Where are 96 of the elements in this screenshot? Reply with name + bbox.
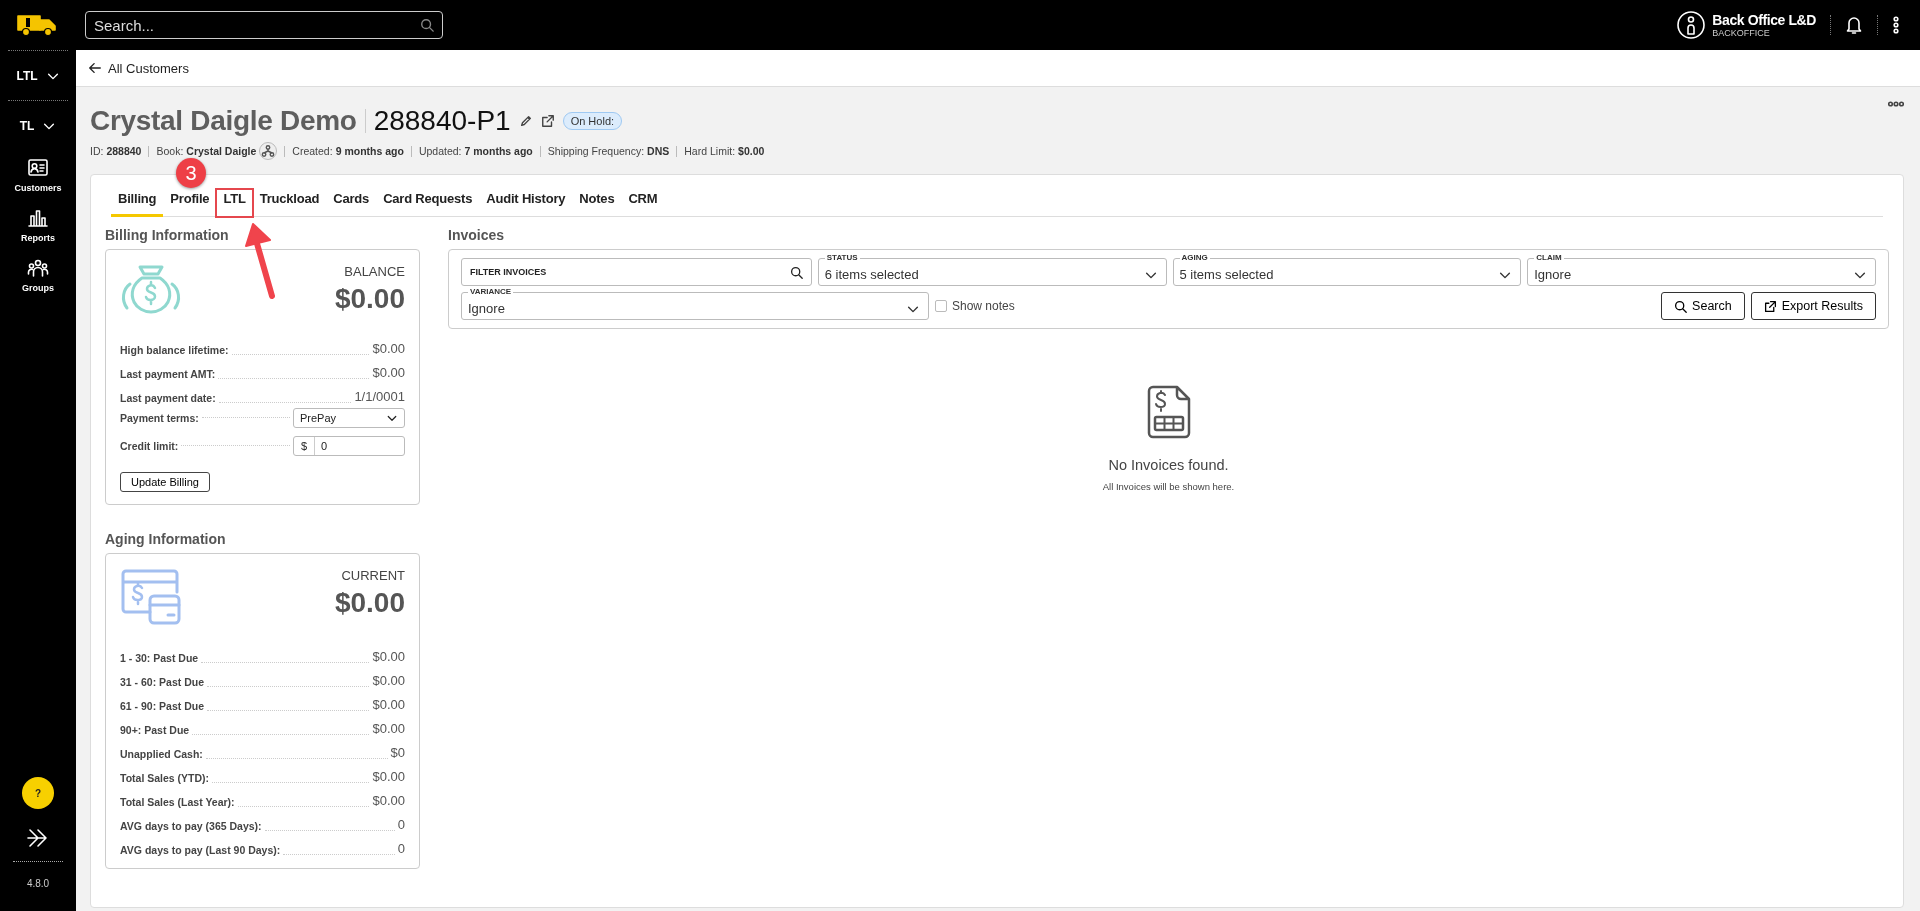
update-button[interactable]: Update Billing — [120, 472, 210, 492]
field-label: Payment terms: — [120, 412, 199, 424]
field-value: $0.00 — [372, 721, 405, 736]
pencil-icon[interactable] — [518, 114, 533, 128]
search-button[interactable]: Search — [1661, 292, 1745, 320]
meta-value: 288840 — [106, 145, 142, 157]
field-label: 90+: Past Due — [120, 724, 190, 736]
field-label: High balance lifetime: — [120, 344, 229, 356]
total-label: BALANCE — [343, 264, 405, 279]
field-value: 0 — [397, 817, 405, 832]
meta-label: ID: — [90, 145, 104, 157]
field-label: Unapplied Cash: — [120, 748, 203, 760]
nav-item[interactable]: Groups — [7, 250, 69, 300]
invoice-card-icon — [120, 568, 182, 626]
tab[interactable]: Audit History — [479, 189, 573, 217]
field-label: AVG days to pay (Last 90 Days): — [120, 844, 281, 856]
meta-value: $0.00 — [738, 145, 765, 157]
more-horizontal-icon[interactable] — [1888, 101, 1904, 107]
field-value: $0 — [390, 745, 405, 760]
search-icon — [1674, 299, 1688, 313]
select-field[interactable]: PrePay — [293, 408, 405, 428]
user-name: Back Office L&D — [1712, 12, 1816, 28]
nav-menu[interactable]: TL — [8, 100, 68, 150]
field-label: Total Sales (YTD): — [120, 772, 210, 784]
total-amount: $0.00 — [334, 587, 405, 619]
field-label: 31 - 60: Past Due — [120, 676, 205, 688]
bar-chart-icon — [27, 207, 49, 229]
meta-label: Created: — [292, 145, 333, 157]
meta-value: 7 months ago — [464, 145, 533, 157]
field-value: 1/1/0001 — [354, 389, 405, 404]
meta-label: Shipping Frequency: — [547, 145, 645, 157]
empty-title: No Invoices found. — [1108, 457, 1229, 473]
meta-value: 9 months ago — [335, 145, 404, 157]
back-link[interactable]: All Customers — [88, 60, 189, 76]
field-value: $0.00 — [372, 793, 405, 808]
total-amount: $0.00 — [334, 283, 405, 315]
section-title: Invoices — [448, 227, 506, 243]
tab[interactable]: Cards — [326, 189, 377, 217]
section-title: Billing Information — [105, 227, 230, 243]
help-button[interactable]: ? — [22, 777, 54, 809]
field-value: $0.00 — [372, 697, 405, 712]
meta-label: Updated: — [418, 145, 462, 157]
field-value: 0 — [397, 841, 405, 856]
meta-label: Book: — [156, 145, 184, 157]
status-badge: On Hold: — [562, 112, 623, 130]
input-field[interactable]: $ 0 — [293, 436, 405, 456]
customer-name: Crystal Daigle Demo — [90, 105, 357, 137]
nav-item[interactable]: Reports — [7, 200, 69, 250]
filter-field[interactable]: FILTER INVOICES — [461, 258, 812, 286]
total-label: CURRENT — [340, 568, 405, 583]
tab[interactable]: Truckload — [252, 189, 327, 217]
search-icon — [420, 18, 434, 32]
field-label: Total Sales (Last Year): — [120, 796, 235, 808]
tab[interactable]: Notes — [572, 189, 622, 217]
field-value: $0.00 — [372, 769, 405, 784]
field-label: Credit limit: — [120, 440, 179, 452]
field-label: Last payment AMT: — [120, 368, 216, 380]
field-label: Last payment date: — [120, 392, 216, 404]
nav-menu[interactable]: LTL — [8, 50, 68, 100]
search-icon — [789, 265, 803, 279]
field-value: $0.00 — [372, 365, 405, 380]
currency-prefix: $ — [294, 437, 315, 455]
more-vertical-icon[interactable] — [1892, 15, 1900, 35]
user-role: BACKOFFICE — [1712, 28, 1771, 38]
people-icon — [27, 257, 49, 279]
user-icon[interactable] — [1676, 10, 1707, 40]
arrow-left-icon — [88, 61, 102, 75]
version-text: 4.8.0 — [26, 878, 50, 889]
field-value: $0.00 — [372, 341, 405, 356]
field-label: AVG days to pay (365 Days): — [120, 820, 262, 832]
tab[interactable]: CRM — [621, 189, 665, 217]
search-field[interactable]: Search... — [85, 11, 443, 39]
hierarchy-icon[interactable] — [261, 144, 276, 158]
export-button[interactable]: Export Results — [1750, 292, 1876, 320]
step-badge: 3 — [176, 158, 206, 188]
tab[interactable]: LTL — [216, 189, 253, 217]
external-link-icon[interactable] — [540, 114, 555, 128]
bell-icon[interactable] — [1845, 15, 1863, 35]
field-label: 61 - 90: Past Due — [120, 700, 205, 712]
tab[interactable]: Card Requests — [376, 189, 480, 217]
nav-item[interactable]: Customers — [7, 150, 69, 200]
id-card-icon — [27, 157, 49, 179]
section-title: Aging Information — [105, 531, 227, 547]
share-icon — [1763, 299, 1777, 313]
show-notes-checkbox[interactable]: Show notes — [935, 299, 1015, 313]
customer-number: 288840-P1 — [373, 105, 511, 137]
field-value: $0.00 — [372, 649, 405, 664]
invoice-icon — [1146, 385, 1191, 439]
field-label: 1 - 30: Past Due — [120, 652, 199, 664]
meta-label: Hard Limit: — [684, 145, 736, 157]
empty-text: All Invoices will be shown here. — [1102, 481, 1235, 492]
tab[interactable]: Billing — [111, 189, 164, 217]
field-value: $0.00 — [372, 673, 405, 688]
meta-value: Crystal Daigle — [186, 145, 257, 157]
meta-value: DNS — [647, 145, 670, 157]
tab[interactable]: Profile — [163, 189, 217, 217]
